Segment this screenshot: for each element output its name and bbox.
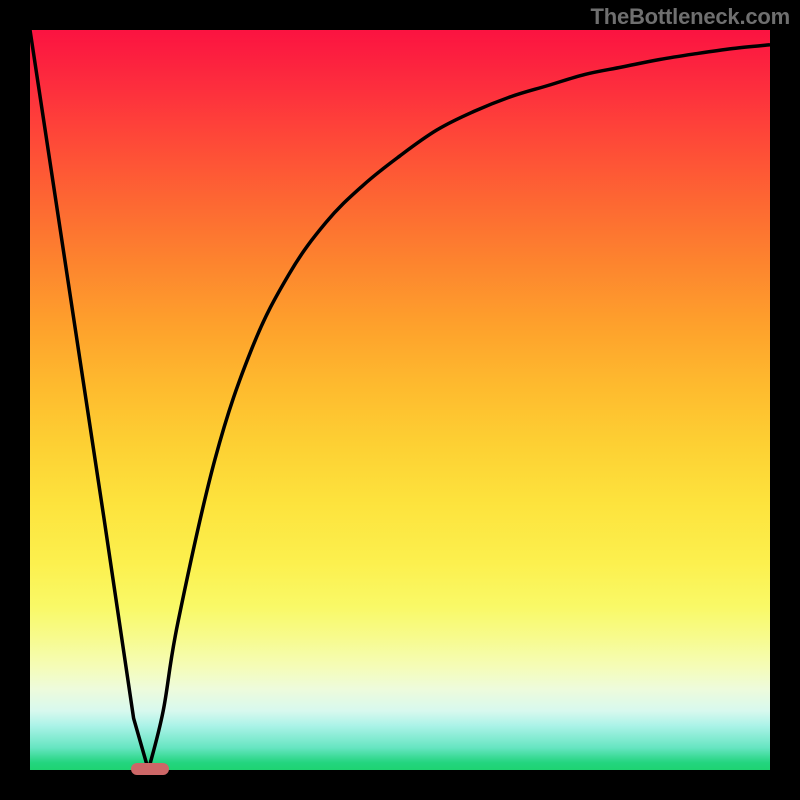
curve-plot [30, 30, 770, 770]
minimum-marker [131, 763, 169, 775]
curve-line [30, 30, 770, 770]
chart-area [30, 30, 770, 770]
watermark: TheBottleneck.com [590, 4, 790, 30]
